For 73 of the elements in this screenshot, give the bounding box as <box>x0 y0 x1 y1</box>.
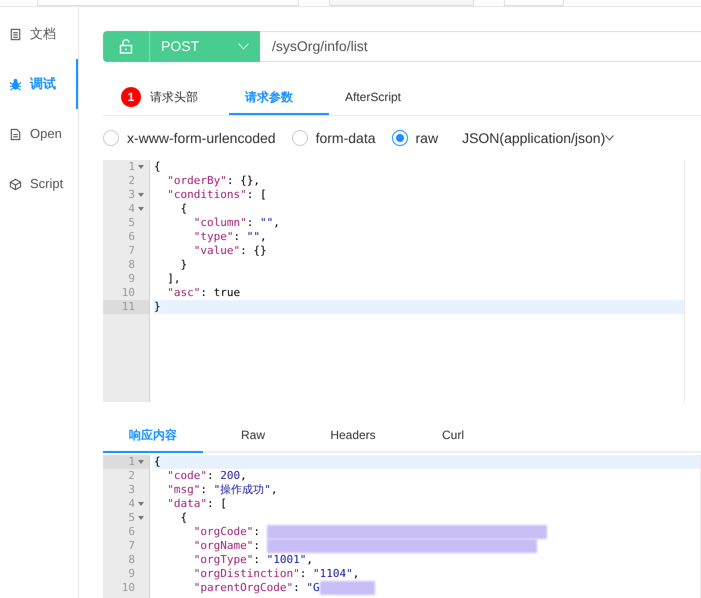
line-number: 2 <box>127 174 135 188</box>
code-line: "orgName": <box>154 539 537 553</box>
code-line: } <box>179 258 188 272</box>
line-number: 2 <box>127 469 135 483</box>
response-tab[interactable]: Raw <box>203 419 303 453</box>
code-line: "column": "", <box>192 216 280 230</box>
lock-button[interactable] <box>103 31 149 62</box>
code-line: "msg": "操作成功", <box>166 483 278 497</box>
unlock-icon <box>119 39 133 54</box>
fold-caret-icon[interactable] <box>138 165 144 169</box>
fold-caret-icon[interactable] <box>138 460 144 464</box>
line-number: 3 <box>127 483 135 497</box>
line-number: 10 <box>120 581 135 595</box>
fold-caret-icon[interactable] <box>138 207 144 211</box>
request-tab[interactable]: AfterScript <box>329 81 429 115</box>
line-number: 6 <box>127 230 135 244</box>
sidebar-item[interactable]: Open <box>0 109 78 159</box>
code-line: "orgCode": <box>154 525 547 539</box>
body-type-radio[interactable]: raw <box>392 128 438 148</box>
code-line: } <box>154 300 161 314</box>
code-line: { <box>179 511 188 525</box>
content-type-select[interactable]: JSON(application/json) <box>462 128 614 148</box>
request-tab[interactable]: 1 请求头部 <box>103 81 229 115</box>
line-number: 8 <box>127 553 135 567</box>
request-editor[interactable]: 1 2 3 4 5 6 7 8 9 10 11 { "orderBy": {}, "conditions": [ { "column": "", "type": "", "value": {} } ], "asc": true } <box>103 160 685 402</box>
chevron-down-icon <box>238 43 249 50</box>
line-number: 4 <box>127 497 135 511</box>
line-number: 9 <box>127 272 135 286</box>
response-tab[interactable]: Headers <box>303 419 403 453</box>
line-number: 5 <box>127 511 135 525</box>
code-line: { <box>154 160 161 174</box>
line-number: 1 <box>127 160 135 174</box>
line-number: 9 <box>127 567 135 581</box>
sidebar-item[interactable]: Script <box>0 159 78 209</box>
count-badge: 1 <box>121 87 141 107</box>
code-line: "orgType": "1001", <box>192 553 313 567</box>
line-number: 10 <box>120 286 135 300</box>
response-editor[interactable]: 1 2 3 4 5 6 7 8 9 10 { "code": 200, "msg": "操作成功", "data": [ { "orgCode": "orgName": "orgType": "1001", "orgDistinction": "1104", "parentOrgCode": "G <box>103 455 701 598</box>
line-number: 6 <box>127 525 135 539</box>
line-number: 3 <box>127 188 135 202</box>
code-line: "asc": true <box>166 286 240 300</box>
body-type-radio[interactable]: x-www-form-urlencoded <box>103 128 276 148</box>
line-number: 8 <box>127 258 135 272</box>
url-field[interactable]: /sysOrg/info/list <box>260 31 701 62</box>
code-line: "code": 200, <box>166 469 247 483</box>
code-line: "parentOrgCode": "G <box>154 581 375 595</box>
line-number: 4 <box>127 202 135 216</box>
fold-caret-icon[interactable] <box>138 502 144 506</box>
line-number: 5 <box>127 216 135 230</box>
code-line: "orderBy": {}, <box>166 174 260 188</box>
fold-caret-icon[interactable] <box>138 516 144 520</box>
code-line: "conditions": [ <box>166 188 267 202</box>
code-line: "orgDistinction": "1104", <box>192 567 360 581</box>
code-line: ], <box>166 272 180 286</box>
line-number: 7 <box>127 539 135 553</box>
code-line: "value": {} <box>192 244 267 258</box>
code-line: { <box>179 202 188 216</box>
body-type-radio[interactable]: form-data <box>292 128 376 148</box>
line-number: 11 <box>120 300 135 314</box>
sidebar-item[interactable]: 文档 <box>0 9 78 59</box>
bug-icon <box>9 78 22 90</box>
code-line: "data": [ <box>166 497 227 511</box>
fold-caret-icon[interactable] <box>138 193 144 197</box>
chevron-down-icon <box>605 135 614 141</box>
line-number: 1 <box>127 455 135 469</box>
code-line: { <box>154 455 161 469</box>
file-icon <box>9 128 22 140</box>
cube-icon <box>9 178 22 190</box>
code-line: "type": "", <box>192 230 267 244</box>
document-icon <box>9 28 22 40</box>
line-number: 7 <box>127 244 135 258</box>
blurred-value <box>320 581 375 595</box>
response-tab[interactable]: Curl <box>403 419 503 453</box>
